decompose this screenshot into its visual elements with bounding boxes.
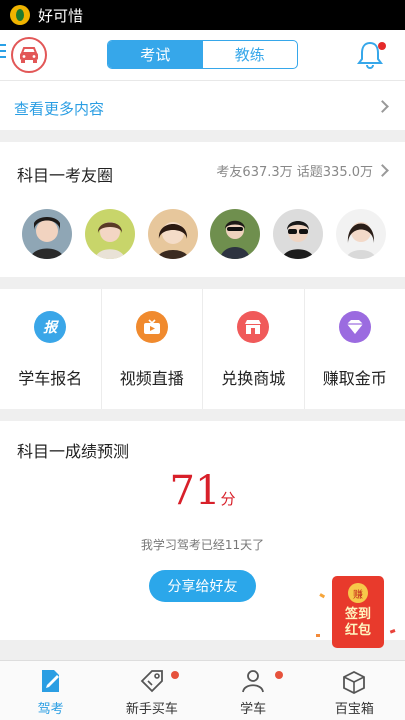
exam-icon bbox=[41, 670, 59, 692]
chevron-right-icon bbox=[376, 164, 389, 177]
feature-apply[interactable]: 报 学车报名 bbox=[0, 289, 102, 409]
feature-label: 赚取金币 bbox=[322, 369, 387, 388]
avatar[interactable] bbox=[210, 209, 261, 259]
score-value: 71 bbox=[169, 468, 221, 514]
shop-icon bbox=[237, 311, 270, 343]
box-icon bbox=[343, 670, 366, 694]
notification-dot bbox=[378, 42, 386, 50]
notification-button[interactable] bbox=[356, 40, 386, 70]
more-content-row[interactable]: 查看更多内容 bbox=[0, 80, 405, 130]
share-button[interactable]: 分享给好友 bbox=[149, 570, 256, 602]
user-icon bbox=[242, 670, 265, 693]
chevron-right-icon bbox=[376, 100, 389, 113]
red-packet-label: 签到 红包 bbox=[332, 607, 384, 639]
menu-icon[interactable] bbox=[0, 44, 6, 62]
app-icon bbox=[10, 5, 30, 25]
car-icon bbox=[20, 47, 38, 63]
diamond-icon bbox=[338, 311, 371, 343]
feature-shop[interactable]: 兑换商城 bbox=[203, 289, 305, 409]
tab-label: 新手买车 bbox=[125, 702, 178, 717]
tv-icon bbox=[135, 311, 168, 343]
tab-badge-dot bbox=[171, 671, 180, 679]
feature-grid: 报 学车报名 视频直播 兑换商城 赚取金币 bbox=[0, 289, 405, 409]
more-content-label: 查看更多内容 bbox=[14, 100, 105, 118]
feature-earn-coins[interactable]: 赚取金币 bbox=[305, 289, 405, 409]
tab-learn-driving[interactable]: 学车 bbox=[203, 661, 304, 720]
exam-circle-stats: 考友637.3万 话题335.0万 bbox=[216, 165, 373, 180]
avatar[interactable] bbox=[147, 209, 198, 259]
feature-label: 兑换商城 bbox=[221, 369, 286, 388]
exam-circle-title: 科目一考友圈 bbox=[17, 166, 114, 185]
coin-icon: 赚 bbox=[348, 583, 368, 603]
predicted-score: 71分 bbox=[0, 468, 405, 514]
tab-buy-car[interactable]: 新手买车 bbox=[101, 661, 202, 720]
tab-label: 百宝箱 bbox=[334, 702, 374, 717]
exam-circle-card[interactable]: 科目一考友圈 考友637.3万 话题335.0万 bbox=[0, 142, 405, 277]
tab-badge-dot bbox=[275, 671, 284, 679]
tab-coach[interactable]: 教练 bbox=[203, 41, 298, 68]
tag-icon bbox=[140, 670, 163, 693]
red-packet-line2: 红包 bbox=[344, 623, 371, 638]
feature-live-video[interactable]: 视频直播 bbox=[102, 289, 203, 409]
avatar[interactable] bbox=[335, 209, 386, 259]
status-bar: 好可惜 bbox=[0, 0, 405, 30]
bottom-tab-bar: 驾考 新手买车 学车 百宝箱 bbox=[0, 660, 405, 720]
avatar[interactable] bbox=[273, 209, 324, 259]
feature-label: 学车报名 bbox=[18, 369, 83, 388]
car-button[interactable] bbox=[11, 37, 47, 73]
red-packet-line1: 签到 bbox=[344, 607, 371, 622]
tab-exam[interactable]: 考试 bbox=[108, 41, 203, 68]
checkin-red-packet[interactable]: 赚 签到 红包 bbox=[316, 576, 396, 648]
tab-label: 学车 bbox=[240, 702, 267, 717]
apply-icon: 报 bbox=[34, 311, 67, 343]
tab-toolbox[interactable]: 百宝箱 bbox=[304, 661, 405, 720]
avatar-list bbox=[22, 209, 399, 259]
tab-driving-exam[interactable]: 驾考 bbox=[0, 661, 101, 720]
feature-label: 视频直播 bbox=[119, 369, 184, 388]
score-prediction-title: 科目一成绩预测 bbox=[17, 442, 130, 461]
status-app-title: 好可惜 bbox=[38, 6, 84, 25]
mode-switch: 考试 教练 bbox=[107, 40, 298, 69]
avatar[interactable] bbox=[84, 209, 135, 259]
top-bar: 考试 教练 bbox=[0, 30, 405, 80]
study-days-text: 我学习驾考已经11天了 bbox=[140, 538, 265, 552]
score-unit: 分 bbox=[220, 490, 236, 508]
avatar[interactable] bbox=[22, 209, 72, 259]
tab-label: 驾考 bbox=[37, 702, 64, 717]
